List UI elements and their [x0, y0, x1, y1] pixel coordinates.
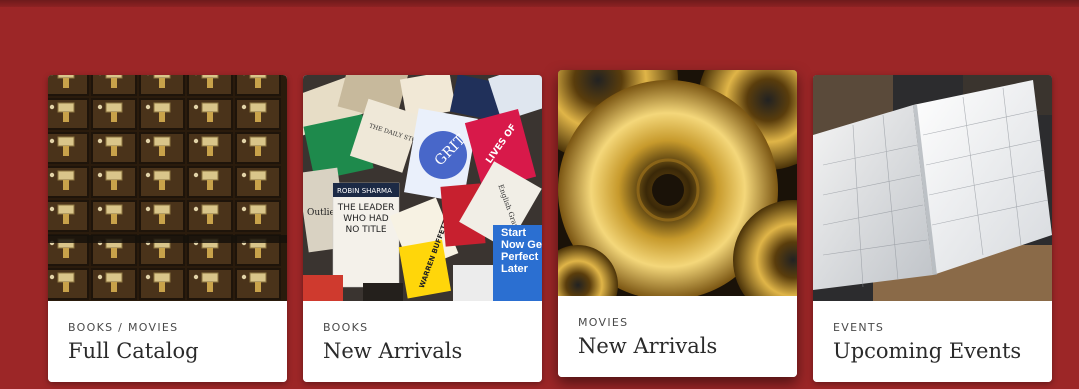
card-title[interactable]: New Arrivals — [323, 339, 462, 363]
cover-leader-title: THE LEADER WHO HAD NO TITLE — [337, 203, 395, 235]
featured-cards: BOOKS / MOVIES Full Catalog THE DAILY ST… — [0, 0, 1079, 389]
card-category: EVENTS — [833, 321, 885, 334]
books-pile-image: THE DAILY STOIC GRIT LIVES OF Outliers R… — [303, 75, 542, 301]
card-catalog-image — [48, 75, 287, 301]
card-body: BOOKS New Arrivals — [303, 301, 542, 382]
card-title[interactable]: Full Catalog — [68, 339, 199, 363]
card-category: BOOKS / MOVIES — [68, 321, 179, 334]
card-category: MOVIES — [578, 316, 629, 329]
golden-discs-image — [558, 70, 797, 296]
card-new-arrivals-movies[interactable]: MOVIES New Arrivals — [558, 70, 797, 377]
card-body: MOVIES New Arrivals — [558, 296, 797, 377]
cover-robin-sharma: ROBIN SHARMA — [337, 187, 392, 195]
card-upcoming-events[interactable]: EVENTS Upcoming Events — [813, 75, 1052, 382]
card-title[interactable]: New Arrivals — [578, 334, 717, 358]
card-full-catalog[interactable]: BOOKS / MOVIES Full Catalog — [48, 75, 287, 382]
card-body: EVENTS Upcoming Events — [813, 301, 1052, 382]
card-body: BOOKS / MOVIES Full Catalog — [48, 301, 287, 382]
open-planner-image — [813, 75, 1052, 301]
cover-start-now: Start Now Get Perfect Later — [501, 227, 542, 275]
card-category: BOOKS — [323, 321, 369, 334]
card-new-arrivals-books[interactable]: THE DAILY STOIC GRIT LIVES OF Outliers R… — [303, 75, 542, 382]
card-title[interactable]: Upcoming Events — [833, 339, 1021, 363]
